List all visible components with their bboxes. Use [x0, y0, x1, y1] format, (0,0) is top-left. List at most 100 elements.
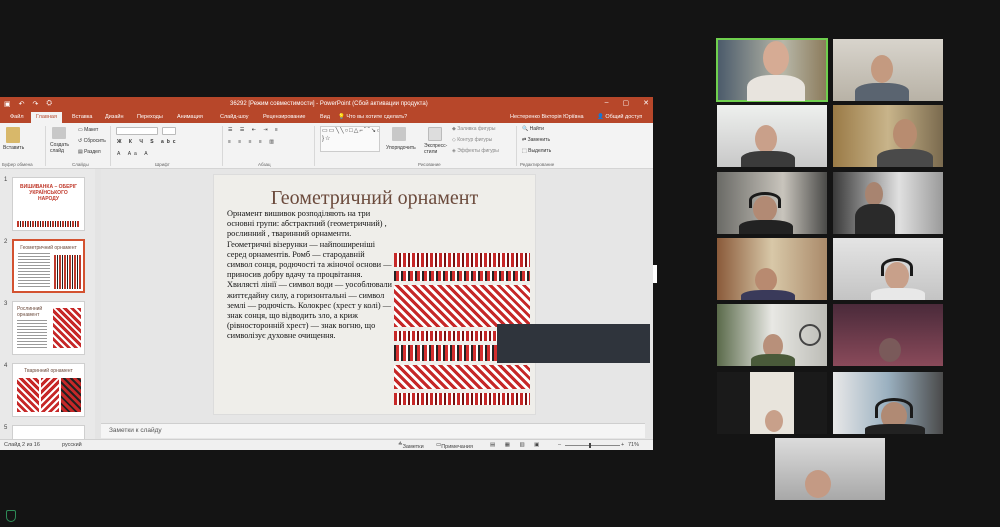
tab-animation[interactable]: Анимация: [177, 114, 203, 120]
thumb-title: ВИШИВАНКА – ОБЕРІГ УКРАЇНСЬКОГО НАРОДУ: [19, 184, 77, 202]
zoom-slider-handle[interactable]: [589, 443, 591, 448]
slide-thumbnail-4[interactable]: Тваринний орнамент: [12, 363, 85, 417]
drawing-group-label: Рисование: [418, 162, 441, 167]
zoom-level[interactable]: 71%: [628, 442, 639, 448]
shape-fill-button[interactable]: ◆ Заливка фигуры: [452, 126, 495, 132]
shape-effects-button[interactable]: ◈ Эффекты фигуры: [452, 148, 499, 154]
notes-pane[interactable]: Заметки к слайду: [101, 423, 645, 438]
font-name-box[interactable]: [116, 127, 158, 135]
close-button[interactable]: ✕: [643, 99, 649, 107]
language-indicator[interactable]: русский: [62, 442, 82, 448]
participant-video-3[interactable]: [717, 105, 827, 167]
tab-insert[interactable]: Вставка: [72, 114, 92, 120]
participant-video-11[interactable]: [717, 372, 827, 434]
paste-button[interactable]: Вставить: [3, 145, 24, 151]
notes-toggle-label: Заметки: [402, 444, 424, 450]
zoom-meeting-view: ▣ ↶ ↷ ⛭ 36292 [Режим совместимости] - Po…: [0, 0, 1000, 527]
quick-styles-button[interactable]: Экспресс-стили: [424, 143, 448, 155]
quick-access-toolbar: ▣ ↶ ↷ ⛭: [4, 100, 52, 108]
slide-scrollbar[interactable]: [645, 169, 653, 439]
ribbon-home: Вставить Буфер обмена Создать слайд ▭ Ма…: [0, 123, 653, 169]
slide-counter: Слайд 2 из 16: [4, 442, 40, 448]
new-slide-icon[interactable]: [52, 127, 66, 139]
clipboard-group-label: Буфер обмена: [2, 162, 33, 167]
user-name[interactable]: Нестеренко Вікторія Юріївна: [510, 114, 584, 120]
paste-icon[interactable]: [6, 127, 20, 143]
tell-me-search[interactable]: 💡 Что вы хотите сделать?: [338, 114, 407, 120]
minimize-button[interactable]: –: [605, 99, 609, 107]
comments-toggle[interactable]: ▭ Примечания: [436, 442, 473, 450]
wall-clock: [799, 324, 821, 346]
shape-fill-label: Заливка фигуры: [457, 126, 496, 132]
tab-design[interactable]: Дизайн: [105, 114, 124, 120]
thumb-title: Геометричний орнамент: [20, 245, 77, 251]
share-button[interactable]: 👤 Общий доступ: [597, 114, 642, 120]
participant-video-9[interactable]: [717, 304, 827, 366]
redo-icon[interactable]: ↷: [33, 100, 39, 108]
arrange-icon[interactable]: [392, 127, 406, 141]
participant-video-5[interactable]: [717, 172, 827, 234]
tab-file[interactable]: Файл: [10, 114, 24, 120]
current-slide[interactable]: Геометричний орнамент Орнамент вишивок р…: [213, 174, 536, 415]
status-bar: Слайд 2 из 16 русский ≙ Заметки ▭ Примеч…: [0, 439, 653, 450]
zoom-out-button[interactable]: –: [558, 442, 561, 448]
participant-video-4[interactable]: [833, 105, 943, 167]
tab-slideshow[interactable]: Слайд-шоу: [220, 114, 249, 120]
participant-video-13[interactable]: [775, 438, 885, 500]
reset-button[interactable]: ↺ Сбросить: [78, 138, 106, 144]
replace-button[interactable]: ⇄ Заменить: [522, 137, 550, 143]
tab-review[interactable]: Рецензирование: [263, 114, 305, 120]
new-slide-button[interactable]: Создать слайд: [50, 142, 72, 154]
participant-video-2[interactable]: [833, 39, 943, 101]
tab-transitions[interactable]: Переходы: [137, 114, 163, 120]
select-button[interactable]: ⬚ Выделить: [522, 148, 551, 154]
slides-group-label: Слайды: [72, 162, 89, 167]
replace-label: Заменить: [527, 137, 551, 143]
view-buttons[interactable]: ▤ ▦ ▥ ▣: [490, 442, 543, 448]
slide-canvas: Геометричний орнамент Орнамент вишивок р…: [101, 169, 645, 439]
shape-outline-button[interactable]: ◇ Контур фигуры: [452, 137, 492, 143]
section-label: Раздел: [84, 149, 101, 155]
save-icon[interactable]: ▣: [4, 100, 11, 108]
participant-video-10[interactable]: [833, 304, 943, 366]
participant-video-7[interactable]: [717, 238, 827, 300]
font-size-box[interactable]: [162, 127, 176, 135]
zoom-slider[interactable]: [565, 445, 620, 446]
shapes-gallery[interactable]: ▭▭╲╲○□△⌐⌒↘▭○△⌒{ }☆: [320, 126, 380, 152]
undo-icon[interactable]: ↶: [19, 100, 25, 108]
zoom-in-button[interactable]: +: [621, 442, 624, 448]
participant-video-8[interactable]: [833, 238, 943, 300]
participant-video-1[interactable]: [716, 38, 828, 102]
font-color-buttons[interactable]: А Aa А: [117, 151, 151, 157]
layout-button[interactable]: ▭ Макет: [78, 127, 98, 133]
arrange-button[interactable]: Упорядочить: [386, 145, 416, 151]
slide-thumbnail-3[interactable]: Рослинний орнамент: [12, 301, 85, 355]
thumb-number: 5: [4, 425, 8, 431]
list-buttons[interactable]: ☰ ☰ ⇤ ⇥ ≡: [228, 127, 281, 133]
ribbon-tabs: Файл Главная Вставка Дизайн Переходы Ани…: [0, 111, 653, 123]
reset-label: Сбросить: [83, 138, 106, 144]
slide-thumbnail-2[interactable]: Геометричний орнамент: [12, 239, 85, 293]
window-title: 36292 [Режим совместимости] - PowerPoint…: [230, 101, 428, 107]
thumb-number: 2: [4, 239, 8, 245]
thumb-number: 3: [4, 301, 8, 307]
tab-home[interactable]: Главная: [31, 112, 62, 123]
thumb-title: Тваринний орнамент: [24, 368, 73, 374]
security-shield-icon[interactable]: [6, 510, 16, 522]
participant-video-6[interactable]: [833, 172, 943, 234]
screen-share-overlay-box: [497, 324, 650, 363]
participant-video-12[interactable]: [833, 372, 943, 434]
find-label: Найти: [529, 126, 544, 132]
quick-styles-icon[interactable]: [428, 127, 442, 141]
notes-placeholder: Заметки к слайду: [109, 427, 162, 434]
slide-thumbnail-1[interactable]: ВИШИВАНКА – ОБЕРІГ УКРАЇНСЬКОГО НАРОДУ: [12, 177, 85, 231]
customize-icon[interactable]: ⛭: [46, 100, 52, 108]
font-format-buttons[interactable]: Ж К Ч S abc: [117, 139, 179, 145]
slide-thumbnail-5[interactable]: [12, 425, 85, 439]
maximize-button[interactable]: ▢: [623, 99, 630, 107]
notes-toggle[interactable]: ≙ Заметки: [398, 442, 424, 450]
find-button[interactable]: 🔍 Найти: [522, 126, 544, 132]
section-button[interactable]: ▤ Раздел: [78, 149, 101, 155]
tab-view[interactable]: Вид: [320, 114, 330, 120]
align-buttons[interactable]: ≡ ≡ ≡ ≡ ▥: [228, 139, 277, 145]
